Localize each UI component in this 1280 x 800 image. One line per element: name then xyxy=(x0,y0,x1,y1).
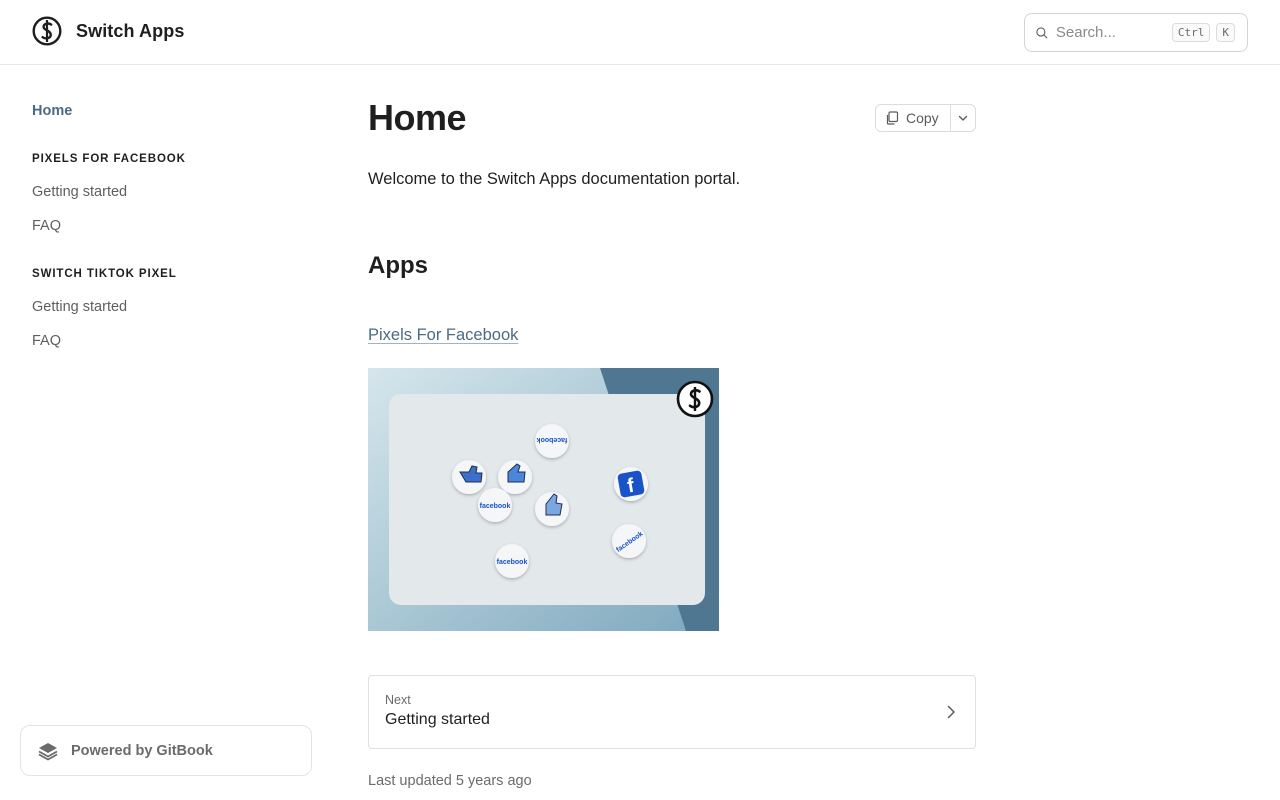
switch-apps-logo-icon xyxy=(32,16,62,46)
copy-button[interactable]: Copy xyxy=(876,105,951,131)
badge-text-4: facebook xyxy=(497,559,528,566)
badge-text-2: facebook xyxy=(480,503,511,510)
page-title: Home xyxy=(368,97,467,138)
pixels-for-facebook-link[interactable]: Pixels For Facebook xyxy=(368,324,518,346)
brand-name: Switch Apps xyxy=(76,20,185,41)
powered-by-gitbook-label: Powered by GitBook xyxy=(71,742,213,759)
shortcut-key-ctrl: Ctrl xyxy=(1171,23,1211,42)
copy-options-dropdown[interactable] xyxy=(951,105,975,131)
chevron-down-icon xyxy=(958,115,968,121)
apps-heading: Apps xyxy=(368,252,428,279)
copy-icon xyxy=(886,111,899,125)
next-page-title: Getting started xyxy=(385,711,490,728)
copy-page-control: Copy xyxy=(875,104,976,132)
sidebar-section-pixels-for-facebook: PIXELS FOR FACEBOOK xyxy=(32,153,186,165)
pixels-for-facebook-hero-image[interactable]: f facebook facebook facebook facebook xyxy=(368,368,719,631)
sidebar-item-tiktok-getting-started[interactable]: Getting started xyxy=(32,299,127,315)
sidebar-nav: Home PIXELS FOR FACEBOOK Getting started… xyxy=(0,65,336,800)
sidebar-item-tiktok-faq[interactable]: FAQ xyxy=(32,333,61,349)
badge-text-1: facebook xyxy=(537,436,568,443)
sidebar-item-facebook-faq[interactable]: FAQ xyxy=(32,218,61,234)
shortcut-key-k: K xyxy=(1216,23,1235,42)
search-box[interactable]: Ctrl K xyxy=(1024,13,1248,52)
intro-paragraph: Welcome to the Switch Apps documentation… xyxy=(368,170,741,188)
last-updated-text: Last updated 5 years ago xyxy=(368,773,532,789)
next-page-card[interactable]: Next Getting started xyxy=(368,675,976,749)
chevron-right-icon xyxy=(947,705,955,719)
search-icon xyxy=(1036,26,1048,38)
powered-by-gitbook-link[interactable]: Powered by GitBook xyxy=(20,725,312,776)
gitbook-icon xyxy=(38,742,58,760)
sidebar-section-switch-tiktok-pixel: SWITCH TIKTOK PIXEL xyxy=(32,268,177,280)
next-page-kicker: Next xyxy=(385,693,411,707)
brand-home-link[interactable]: Switch Apps xyxy=(32,16,184,46)
search-input[interactable] xyxy=(1055,24,1164,41)
sidebar-item-home[interactable]: Home xyxy=(32,103,72,119)
copy-button-label: Copy xyxy=(906,110,939,126)
sidebar-item-facebook-getting-started[interactable]: Getting started xyxy=(32,184,127,200)
top-header: Switch Apps Ctrl K xyxy=(0,0,1280,65)
